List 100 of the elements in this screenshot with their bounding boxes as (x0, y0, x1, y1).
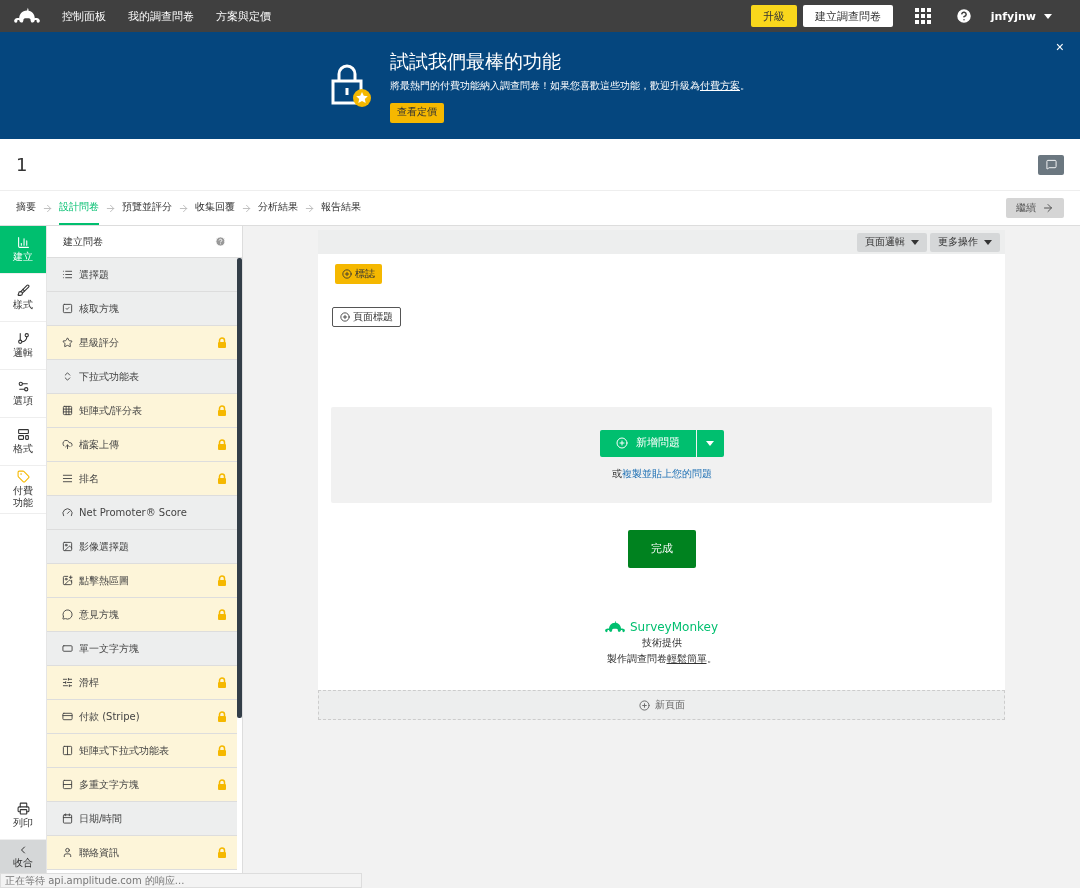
question-type-item[interactable]: 多重文字方塊 (47, 768, 237, 802)
logo-button[interactable]: 標誌 (335, 264, 382, 284)
caret-icon (1044, 13, 1052, 19)
panel-title: 建立問卷 (63, 234, 103, 249)
comment-icon (1045, 159, 1057, 170)
question-type-item[interactable]: 選擇題 (47, 258, 237, 292)
tag-icon (16, 470, 30, 483)
list-icon (62, 269, 73, 280)
step-tab[interactable]: 預覽並評分 (122, 191, 172, 225)
arrow-icon (178, 202, 189, 214)
person-icon (62, 847, 73, 858)
lock-icon (217, 609, 227, 620)
close-button[interactable]: × (1049, 38, 1070, 56)
lock-icon (217, 779, 227, 790)
monkey-logo-icon (14, 6, 40, 26)
nav-link[interactable]: 方案與定價 (216, 8, 271, 24)
lock-icon (217, 677, 227, 688)
plus-icon (340, 312, 350, 322)
question-type-item[interactable]: 日期/時間 (47, 802, 237, 836)
nav-link[interactable]: 我的調查問卷 (128, 8, 194, 24)
survey-title: 1 (16, 154, 28, 175)
lock-icon (217, 847, 227, 858)
step-tab[interactable]: 收集回覆 (195, 191, 235, 225)
question-type-item[interactable]: 滑桿 (47, 666, 237, 700)
arrow-icon (1042, 202, 1054, 214)
lock-icon (217, 745, 227, 756)
comment-button[interactable] (1038, 154, 1064, 175)
done-button[interactable]: 完成 (627, 530, 696, 568)
caret-icon (984, 239, 992, 245)
bar-chart-icon (16, 236, 30, 249)
lock-icon (217, 337, 227, 348)
image-icon (62, 575, 73, 586)
slider-icon (62, 677, 73, 688)
question-type-item[interactable]: 聯絡資訊 (47, 836, 237, 870)
brand-name: SurveyMonkey (629, 620, 719, 634)
question-type-item[interactable]: 星級評分 (47, 326, 237, 360)
branch-icon (16, 332, 30, 345)
question-type-item[interactable]: 點擊熱區圖 (47, 564, 237, 598)
question-type-item[interactable]: 單一文字方塊 (47, 632, 237, 666)
paste-hint: 或複製並貼上您的問題 (611, 466, 712, 481)
cloud-upload-icon (62, 439, 73, 450)
printer-icon (16, 802, 30, 815)
layout-icon (16, 428, 30, 441)
columns-icon (62, 745, 73, 756)
apps-grid-icon[interactable] (914, 8, 931, 24)
paid-plan-link[interactable]: 付費方案 (700, 79, 740, 91)
arrow-icon (105, 202, 116, 214)
question-type-item[interactable]: 矩陣式/評分表 (47, 394, 237, 428)
help-icon[interactable] (954, 7, 973, 25)
banner-text: 將最熱門的付費功能納入調查問卷！如果您喜歡這些功能，歡迎升級為付費方案。 (390, 78, 750, 93)
checkbox-icon (62, 303, 73, 314)
grid-icon (62, 405, 73, 416)
sliders-icon (16, 380, 30, 393)
step-tab[interactable]: 報告結果 (321, 191, 361, 225)
user-menu[interactable]: jnfyjnw (990, 9, 1052, 23)
lock-icon (217, 439, 227, 450)
plus-icon (615, 437, 628, 449)
create-survey-button[interactable]: 建立調查問卷 (802, 5, 893, 27)
page-logic-dropdown[interactable]: 頁面邏輯 (857, 232, 927, 252)
question-type-item[interactable]: 檔案上傳 (47, 428, 237, 462)
more-actions-dropdown[interactable]: 更多操作 (930, 232, 1000, 252)
scrollbar[interactable] (237, 258, 242, 718)
calendar-icon (62, 813, 73, 824)
tagline: 製作調查問卷輕鬆簡單。 (606, 652, 717, 666)
powered-by-text: 技術提供 (641, 636, 682, 650)
text-box-icon (62, 643, 73, 654)
nav-link[interactable]: 控制面板 (62, 8, 106, 24)
plus-icon (638, 699, 650, 711)
continue-button[interactable]: 繼續 (1006, 198, 1064, 218)
lock-icon (217, 405, 227, 416)
paste-link[interactable]: 複製並貼上您的問題 (621, 467, 712, 479)
question-type-item[interactable]: 意見方塊 (47, 598, 237, 632)
arrow-icon (241, 202, 252, 214)
upgrade-button[interactable]: 升級 (750, 5, 797, 27)
lock-icon (217, 473, 227, 484)
collapse-button[interactable]: 收合 (0, 840, 46, 874)
arrow-icon (42, 202, 53, 214)
question-type-item[interactable]: 付款 (Stripe) (47, 700, 237, 734)
credit-card-icon (62, 711, 73, 722)
caret-icon (706, 440, 714, 446)
step-tab[interactable]: 摘要 (16, 191, 36, 225)
step-tab[interactable]: 分析結果 (258, 191, 298, 225)
tagline-link[interactable]: 輕鬆簡單 (666, 653, 707, 664)
lock-icon (217, 711, 227, 722)
page-title-button[interactable]: 頁面標題 (332, 307, 401, 327)
gauge-icon (62, 507, 73, 518)
monkey-logo-icon (604, 620, 625, 634)
up-down-icon (62, 371, 73, 382)
question-type-item[interactable]: 矩陣式下拉式功能表 (47, 734, 237, 768)
caret-icon (911, 239, 919, 245)
view-pricing-button[interactable]: 查看定價 (390, 102, 444, 123)
rows-icon (62, 779, 73, 790)
star-icon (62, 337, 73, 348)
question-type-item[interactable]: 核取方塊 (47, 292, 237, 326)
question-type-item[interactable]: 下拉式功能表 (47, 360, 237, 394)
question-type-item[interactable]: 影像選擇題 (47, 530, 237, 564)
plus-icon (342, 269, 352, 279)
question-type-item[interactable]: Net Promoter® Score (47, 496, 237, 530)
new-page-button[interactable]: 新頁面 (318, 690, 1005, 720)
question-type-item[interactable]: 排名 (47, 462, 237, 496)
